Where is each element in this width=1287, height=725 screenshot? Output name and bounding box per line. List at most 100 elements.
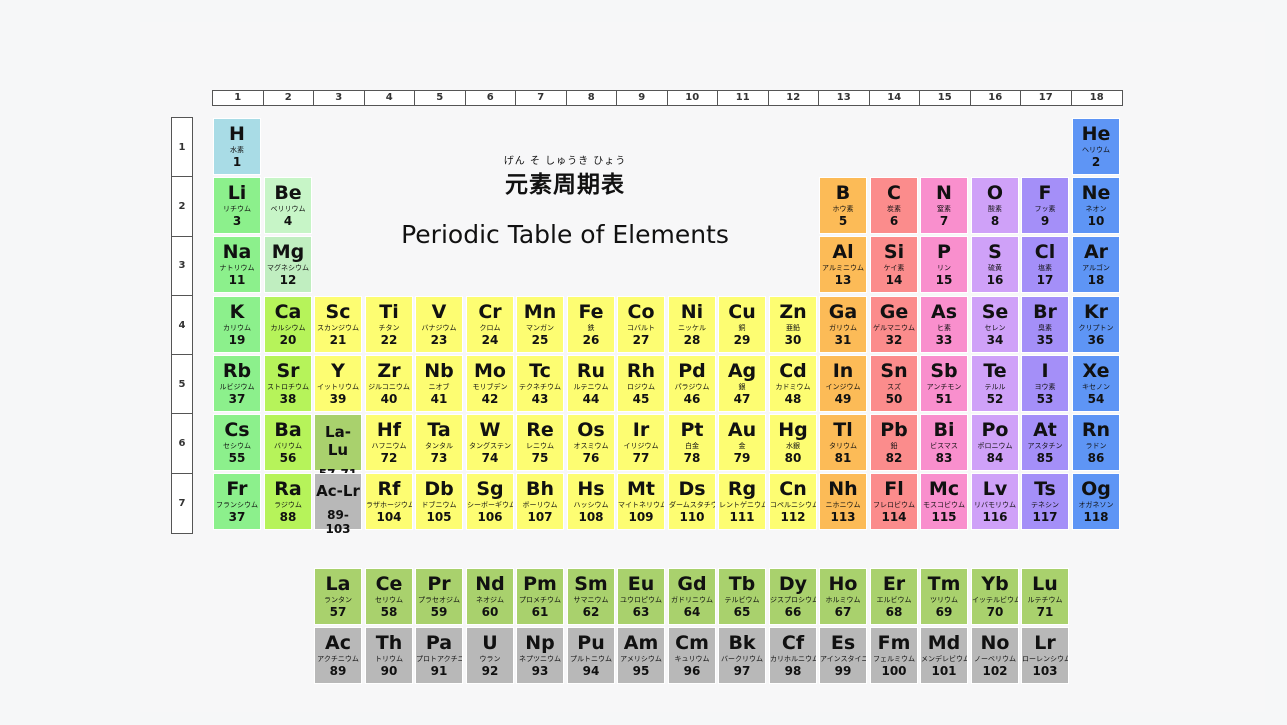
element-cell[interactable]: Ru ルテニウム 44: [567, 355, 615, 412]
element-cell[interactable]: Mt マイトネリウム 109: [617, 473, 665, 530]
element-cell[interactable]: V バナジウム 23: [415, 296, 463, 353]
element-cell[interactable]: Tc テクネチウム 43: [516, 355, 564, 412]
element-cell[interactable]: Os オスミウム 76: [567, 414, 615, 471]
element-cell[interactable]: Pb 鉛 82: [870, 414, 918, 471]
element-cell[interactable]: Cu 銅 29: [718, 296, 766, 353]
element-cell[interactable]: Ra ラジウム 88: [264, 473, 312, 530]
lanthanide-cell[interactable]: Ce セリウム 58: [365, 568, 413, 625]
lanthanide-cell[interactable]: Sm サマニウム 62: [567, 568, 615, 625]
element-cell[interactable]: Dsダームスタチウム110: [668, 473, 716, 530]
element-cell[interactable]: Ba バリウム 56: [264, 414, 312, 471]
actinide-cell[interactable]: Paプロトアクチニウム91: [415, 627, 463, 684]
actinide-cell[interactable]: Esアインスタイニウム99: [819, 627, 867, 684]
element-cell[interactable]: At アスタチン 85: [1021, 414, 1069, 471]
element-cell[interactable]: Ni ニッケル 28: [668, 296, 716, 353]
actinide-cell[interactable]: Fm フェルミウム 100: [870, 627, 918, 684]
element-cell[interactable]: Cd カドミウム 48: [769, 355, 817, 412]
element-cell[interactable]: Na ナトリウム 11: [213, 236, 261, 293]
element-cell[interactable]: Tl タリウム 81: [819, 414, 867, 471]
element-cell[interactable]: Co コバルト 27: [617, 296, 665, 353]
lanthanide-cell[interactable]: Pr プラセオジム 59: [415, 568, 463, 625]
lanthanide-cell[interactable]: Yb イッテルビウム 70: [971, 568, 1019, 625]
element-cell[interactable]: Nh ニホニウム 113: [819, 473, 867, 530]
element-cell[interactable]: Pt 白金 78: [668, 414, 716, 471]
element-cell[interactable]: Si ケイ素 14: [870, 236, 918, 293]
element-cell[interactable]: N 窒素 7: [920, 177, 968, 234]
element-cell[interactable]: Bh ボーリウム 107: [516, 473, 564, 530]
element-cell[interactable]: Rh ロジウム 45: [617, 355, 665, 412]
element-cell[interactable]: O 酸素 8: [971, 177, 1019, 234]
element-cell[interactable]: Ac-Lr 89-103: [314, 473, 362, 536]
element-cell[interactable]: Ne ネオン 10: [1072, 177, 1120, 234]
actinide-cell[interactable]: Am アメリシウム 95: [617, 627, 665, 684]
element-cell[interactable]: Zr ジルコニウム 40: [365, 355, 413, 412]
element-cell[interactable]: Mo モリブデン 42: [466, 355, 514, 412]
element-cell[interactable]: Be ベリリウム 4: [264, 177, 312, 234]
element-cell[interactable]: Fr フランシウム 37: [213, 473, 261, 530]
element-cell[interactable]: Te テルル 52: [971, 355, 1019, 412]
actinide-cell[interactable]: No ノーベリウム 102: [971, 627, 1019, 684]
lanthanide-cell[interactable]: Tb テルビウム 65: [718, 568, 766, 625]
element-cell[interactable]: Og オガネソン 118: [1072, 473, 1120, 530]
element-cell[interactable]: Sr ストロチウム 38: [264, 355, 312, 412]
element-cell[interactable]: Ar アルゴン 18: [1072, 236, 1120, 293]
element-cell[interactable]: C 炭素 6: [870, 177, 918, 234]
element-cell[interactable]: Ir イリジウム 77: [617, 414, 665, 471]
element-cell[interactable]: Y イットリウム 39: [314, 355, 362, 412]
actinide-cell[interactable]: Th トリウム 90: [365, 627, 413, 684]
lanthanide-cell[interactable]: Pm プロメチウム 61: [516, 568, 564, 625]
lanthanide-cell[interactable]: Dy ジスプロシウム 66: [769, 568, 817, 625]
element-cell[interactable]: Hf ハフニウム 72: [365, 414, 413, 471]
actinide-cell[interactable]: Cf カリホルニウム 98: [769, 627, 817, 684]
element-cell[interactable]: Cn コペルニシウム 112: [769, 473, 817, 530]
element-cell[interactable]: Br 臭素 35: [1021, 296, 1069, 353]
actinide-cell[interactable]: Cm キュリウム 96: [668, 627, 716, 684]
element-cell[interactable]: F フッ素 9: [1021, 177, 1069, 234]
actinide-cell[interactable]: Bk バークリウム 97: [718, 627, 766, 684]
element-cell[interactable]: Ge ゲルマニウム 32: [870, 296, 918, 353]
actinide-cell[interactable]: Pu プルトニウム 94: [567, 627, 615, 684]
lanthanide-cell[interactable]: Ho ホルミウム 67: [819, 568, 867, 625]
element-cell[interactable]: Rb ルビジウム 37: [213, 355, 261, 412]
element-cell[interactable]: H 水素 1: [213, 118, 261, 175]
element-cell[interactable]: Ti チタン 22: [365, 296, 413, 353]
lanthanide-cell[interactable]: Lu ルテチウム 71: [1021, 568, 1069, 625]
lanthanide-cell[interactable]: Tm ツリウム 69: [920, 568, 968, 625]
element-cell[interactable]: In インジウム 49: [819, 355, 867, 412]
element-cell[interactable]: Sc スカンジウム 21: [314, 296, 362, 353]
element-cell[interactable]: Cl 塩素 17: [1021, 236, 1069, 293]
lanthanide-cell[interactable]: La ランタン 57: [314, 568, 362, 625]
element-cell[interactable]: La-Lu57-71: [314, 414, 362, 481]
element-cell[interactable]: Db ドブニウム 105: [415, 473, 463, 530]
actinide-cell[interactable]: Md メンデレビウム 101: [920, 627, 968, 684]
element-cell[interactable]: Cr クロム 24: [466, 296, 514, 353]
element-cell[interactable]: Fe 鉄 26: [567, 296, 615, 353]
element-cell[interactable]: Al アルミニウム 13: [819, 236, 867, 293]
element-cell[interactable]: Re レニウム 75: [516, 414, 564, 471]
element-cell[interactable]: Rf ラザホージウム 104: [365, 473, 413, 530]
element-cell[interactable]: Nb ニオブ 41: [415, 355, 463, 412]
element-cell[interactable]: Se セレン 34: [971, 296, 1019, 353]
element-cell[interactable]: Rg レントゲニウム 111: [718, 473, 766, 530]
element-cell[interactable]: Ga ガリウム 31: [819, 296, 867, 353]
element-cell[interactable]: Au 金 79: [718, 414, 766, 471]
element-cell[interactable]: As ヒ素 33: [920, 296, 968, 353]
actinide-cell[interactable]: Ac アクチニウム 89: [314, 627, 362, 684]
element-cell[interactable]: Ta タンタル 73: [415, 414, 463, 471]
lanthanide-cell[interactable]: Gd ガドリニウム 64: [668, 568, 716, 625]
lanthanide-cell[interactable]: Eu ユウロピウム 63: [617, 568, 665, 625]
element-cell[interactable]: Sg シーボーギウム 106: [466, 473, 514, 530]
lanthanide-cell[interactable]: Er エルビウム 68: [870, 568, 918, 625]
actinide-cell[interactable]: U ウラン 92: [466, 627, 514, 684]
element-cell[interactable]: Sb アンチモン 51: [920, 355, 968, 412]
element-cell[interactable]: Sn スズ 50: [870, 355, 918, 412]
actinide-cell[interactable]: Np ネプツニウム 93: [516, 627, 564, 684]
element-cell[interactable]: He ヘリウム 2: [1072, 118, 1120, 175]
element-cell[interactable]: Kr クリプトン 36: [1072, 296, 1120, 353]
element-cell[interactable]: Mc モスコビウム 115: [920, 473, 968, 530]
element-cell[interactable]: Ag 銀 47: [718, 355, 766, 412]
element-cell[interactable]: Cs セシウム 55: [213, 414, 261, 471]
element-cell[interactable]: S 硫黄 16: [971, 236, 1019, 293]
element-cell[interactable]: Bi ビスマス 83: [920, 414, 968, 471]
lanthanide-cell[interactable]: Nd ネオジム 60: [466, 568, 514, 625]
